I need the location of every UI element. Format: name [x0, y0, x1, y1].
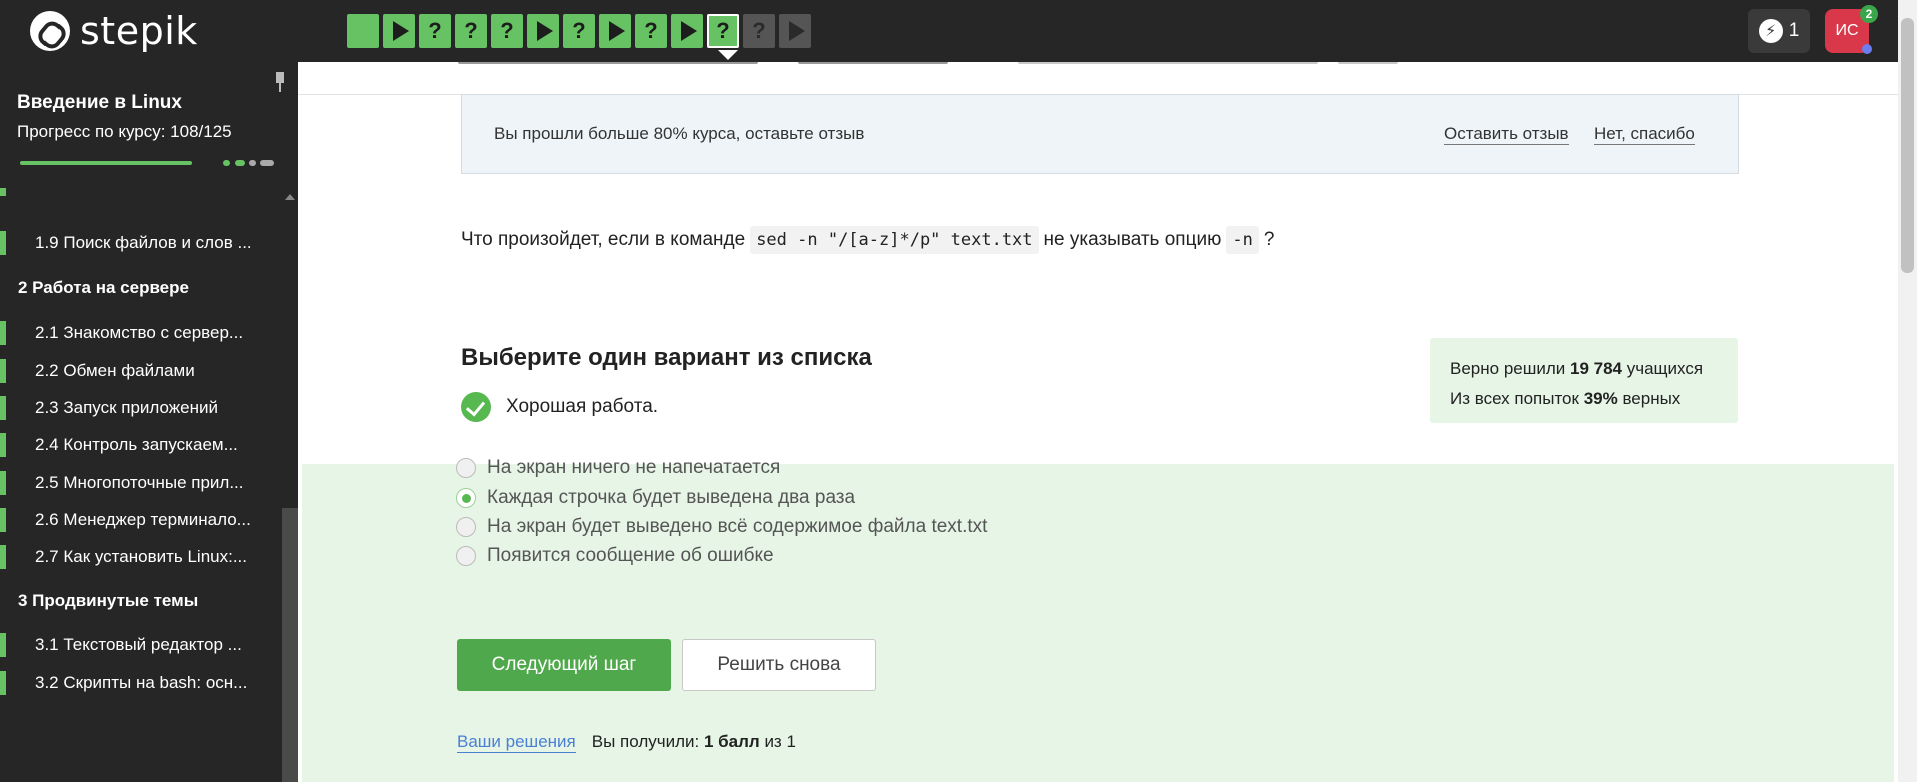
attempts-stat: Из всех попыток 39% верных	[1450, 384, 1718, 414]
sidebar-lesson-item[interactable]: 2.7 Как установить Linux:...	[0, 545, 282, 569]
sidebar-lesson-item[interactable]: 2.3 Запуск приложений	[0, 396, 282, 420]
cut-off-text-line	[458, 62, 1658, 68]
result-text: Хорошая работа.	[506, 396, 659, 417]
progress-fill	[20, 161, 192, 165]
result-message: Хорошая работа.	[461, 392, 658, 422]
solved-suffix: учащихся	[1626, 359, 1704, 378]
solved-count: 19 784	[1570, 359, 1623, 378]
lesson-list: 1.9 Поиск файлов и слов ... 2 Работа на с…	[0, 188, 282, 782]
step-quiz-icon[interactable]: ?	[743, 14, 775, 48]
score-of: из	[764, 732, 782, 751]
sidebar-scroll-thumb[interactable]	[282, 508, 298, 782]
sidebar-lesson-item[interactable]: 2.4 Контроль запускаем...	[0, 433, 282, 457]
question-text: Что произойдет, если в команде sed -n "/…	[461, 226, 1274, 254]
step-quiz-icon[interactable]: ?	[563, 14, 595, 48]
sidebar-lesson-item[interactable]: 3.2 Скрипты на bash: осн...	[0, 671, 282, 695]
course-progress-label: Прогресс по курсу: 108/125	[17, 122, 232, 141]
sidebar-section[interactable]: 2 Работа на сервере	[0, 276, 282, 300]
sidebar-lesson-item[interactable]: 2.1 Знакомство с сервер...	[0, 321, 282, 345]
score-prefix: Вы получили:	[591, 732, 700, 751]
answer-option-label: Появится сообщение об ошибке	[487, 545, 774, 566]
progress-dot	[249, 160, 256, 166]
course-progress-bar	[20, 160, 282, 166]
score-max: 1	[786, 732, 796, 751]
retry-button[interactable]: Решить снова	[682, 639, 876, 691]
solved-prefix: Верно решили	[1450, 359, 1566, 378]
course-title[interactable]: Введение в Linux	[17, 92, 182, 114]
stepik-logo[interactable]: stepik	[30, 9, 198, 53]
course-sidebar: Введение в Linux Прогресс по курсу: 108/…	[0, 62, 298, 782]
answer-option[interactable]: На экран ничего не напечатается	[456, 457, 780, 479]
step-text-icon[interactable]	[347, 14, 379, 48]
lightning-icon: ⚡	[1758, 19, 1783, 43]
next-step-button[interactable]: Следующий шаг	[457, 639, 671, 691]
energy-count: 1	[1788, 20, 1800, 41]
progress-dot	[223, 160, 230, 166]
radio-button[interactable]	[456, 458, 476, 478]
sidebar-lesson-item[interactable]: 2.2 Обмен файлами	[0, 359, 282, 383]
check-circle-icon	[461, 392, 491, 422]
step-video-icon[interactable]	[671, 14, 703, 48]
leave-review-link[interactable]: Оставить отзыв	[1444, 124, 1569, 145]
top-bar: stepik ??????? ⚡ 1 ИС 2	[0, 0, 1917, 62]
step-quiz-icon[interactable]: ?	[419, 14, 451, 48]
solve-stats: Верно решили 19 784 учащихся Из всех поп…	[1430, 338, 1738, 423]
online-status-dot	[1862, 44, 1872, 54]
sidebar-lesson-item[interactable]: 3.1 Текстовый редактор ...	[0, 633, 282, 657]
attempts-prefix: Из всех попыток	[1450, 389, 1579, 408]
question-middle: не указывать опцию	[1043, 229, 1222, 250]
question-prefix: Что произойдет, если в команде	[461, 229, 746, 250]
answer-option-label: На экран ничего не напечатается	[487, 457, 781, 478]
feedback-banner: Вы прошли больше 80% курса, оставьте отз…	[461, 94, 1739, 174]
progress-dot	[260, 160, 274, 166]
your-solutions-link[interactable]: Ваши решения	[457, 732, 576, 753]
no-thanks-link[interactable]: Нет, спасибо	[1594, 124, 1695, 145]
question-suffix: ?	[1263, 229, 1275, 250]
radio-button[interactable]	[456, 488, 476, 508]
step-quiz-icon[interactable]: ?	[635, 14, 667, 48]
answer-option[interactable]: На экран будет выведено всё содержимое ф…	[456, 516, 987, 538]
step-video-icon[interactable]	[383, 14, 415, 48]
scroll-up-arrow-icon[interactable]	[285, 194, 295, 200]
score-value: 1 балл	[703, 732, 760, 751]
sidebar-lesson-item[interactable]: 2.5 Многопоточные прил...	[0, 471, 282, 495]
sidebar-lesson-item[interactable]: 2.6 Менеджер терминало...	[0, 508, 282, 532]
answer-option-label: На экран будет выведено всё содержимое ф…	[487, 516, 988, 537]
quiz-title: Выберите один вариант из списка	[461, 344, 872, 371]
attempts-suffix: верных	[1622, 389, 1681, 408]
sidebar-section[interactable]: 3 Продвинутые темы	[0, 589, 282, 613]
step-video-icon[interactable]	[527, 14, 559, 48]
step-video-icon[interactable]	[599, 14, 631, 48]
lesson-steps: ???????	[347, 14, 811, 48]
step-video-icon[interactable]	[779, 14, 811, 48]
lesson-item-cut[interactable]	[0, 188, 282, 196]
sidebar-lesson-item[interactable]: 1.9 Поиск файлов и слов ...	[0, 231, 282, 255]
attempts-percent: 39%	[1583, 389, 1618, 408]
current-step-pointer	[718, 50, 738, 60]
notification-badge[interactable]: 2	[1860, 5, 1878, 23]
command-code: sed -n "/[a-z]*/p" text.txt	[750, 226, 1039, 254]
page-scroll-thumb[interactable]	[1901, 18, 1914, 273]
answer-option[interactable]: Появится сообщение об ошибке	[456, 545, 774, 567]
score-row: Ваши решения Вы получили: 1 балл из 1	[457, 732, 796, 753]
radio-button[interactable]	[456, 517, 476, 537]
option-code: -n	[1226, 226, 1259, 254]
solved-stat: Верно решили 19 784 учащихся	[1450, 354, 1718, 384]
answer-option[interactable]: Каждая строчка будет выведена два раза	[456, 487, 855, 509]
step-quiz-icon[interactable]: ?	[455, 14, 487, 48]
pin-icon[interactable]	[272, 72, 288, 94]
feedback-text: Вы прошли больше 80% курса, оставьте отз…	[494, 124, 865, 143]
brand-name: stepik	[80, 9, 198, 53]
step-quiz-icon[interactable]: ?	[707, 14, 739, 48]
score-text: Вы получили: 1 балл из 1	[592, 732, 796, 752]
progress-dot	[235, 160, 245, 166]
energy-button[interactable]: ⚡ 1	[1748, 9, 1810, 53]
answer-option-label: Каждая строчка будет выведена два раза	[487, 487, 856, 508]
step-content: Вы прошли больше 80% курса, оставьте отз…	[298, 62, 1898, 782]
step-quiz-icon[interactable]: ?	[491, 14, 523, 48]
radio-button[interactable]	[456, 546, 476, 566]
stepik-logo-icon	[30, 11, 70, 51]
